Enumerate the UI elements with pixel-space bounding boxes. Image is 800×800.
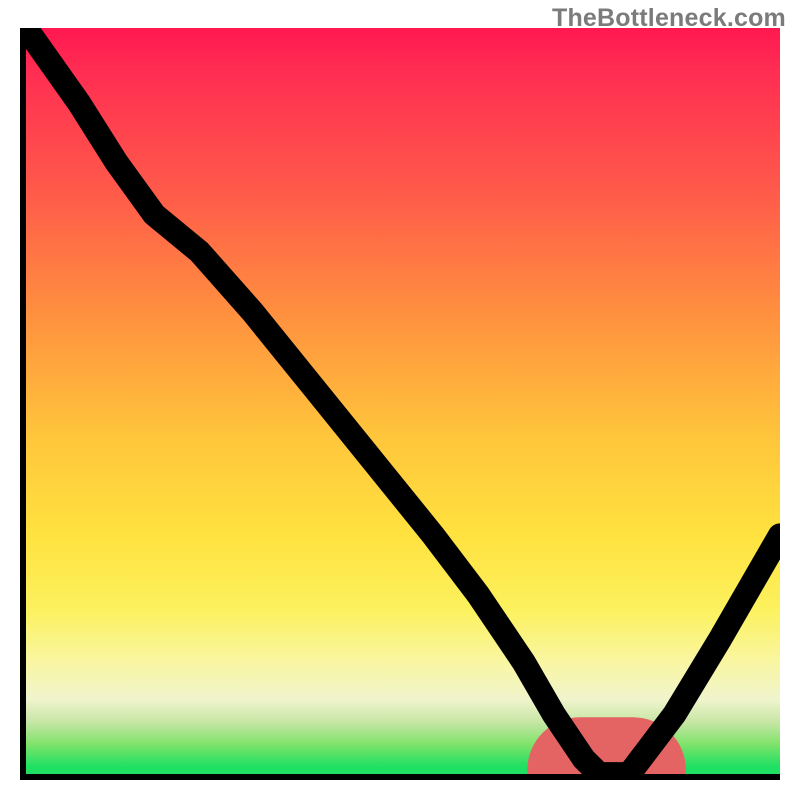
curve-layer xyxy=(26,28,780,774)
bottleneck-curve xyxy=(26,28,780,774)
bottleneck-chart: TheBottleneck.com xyxy=(0,0,800,800)
plot-area xyxy=(20,28,780,780)
